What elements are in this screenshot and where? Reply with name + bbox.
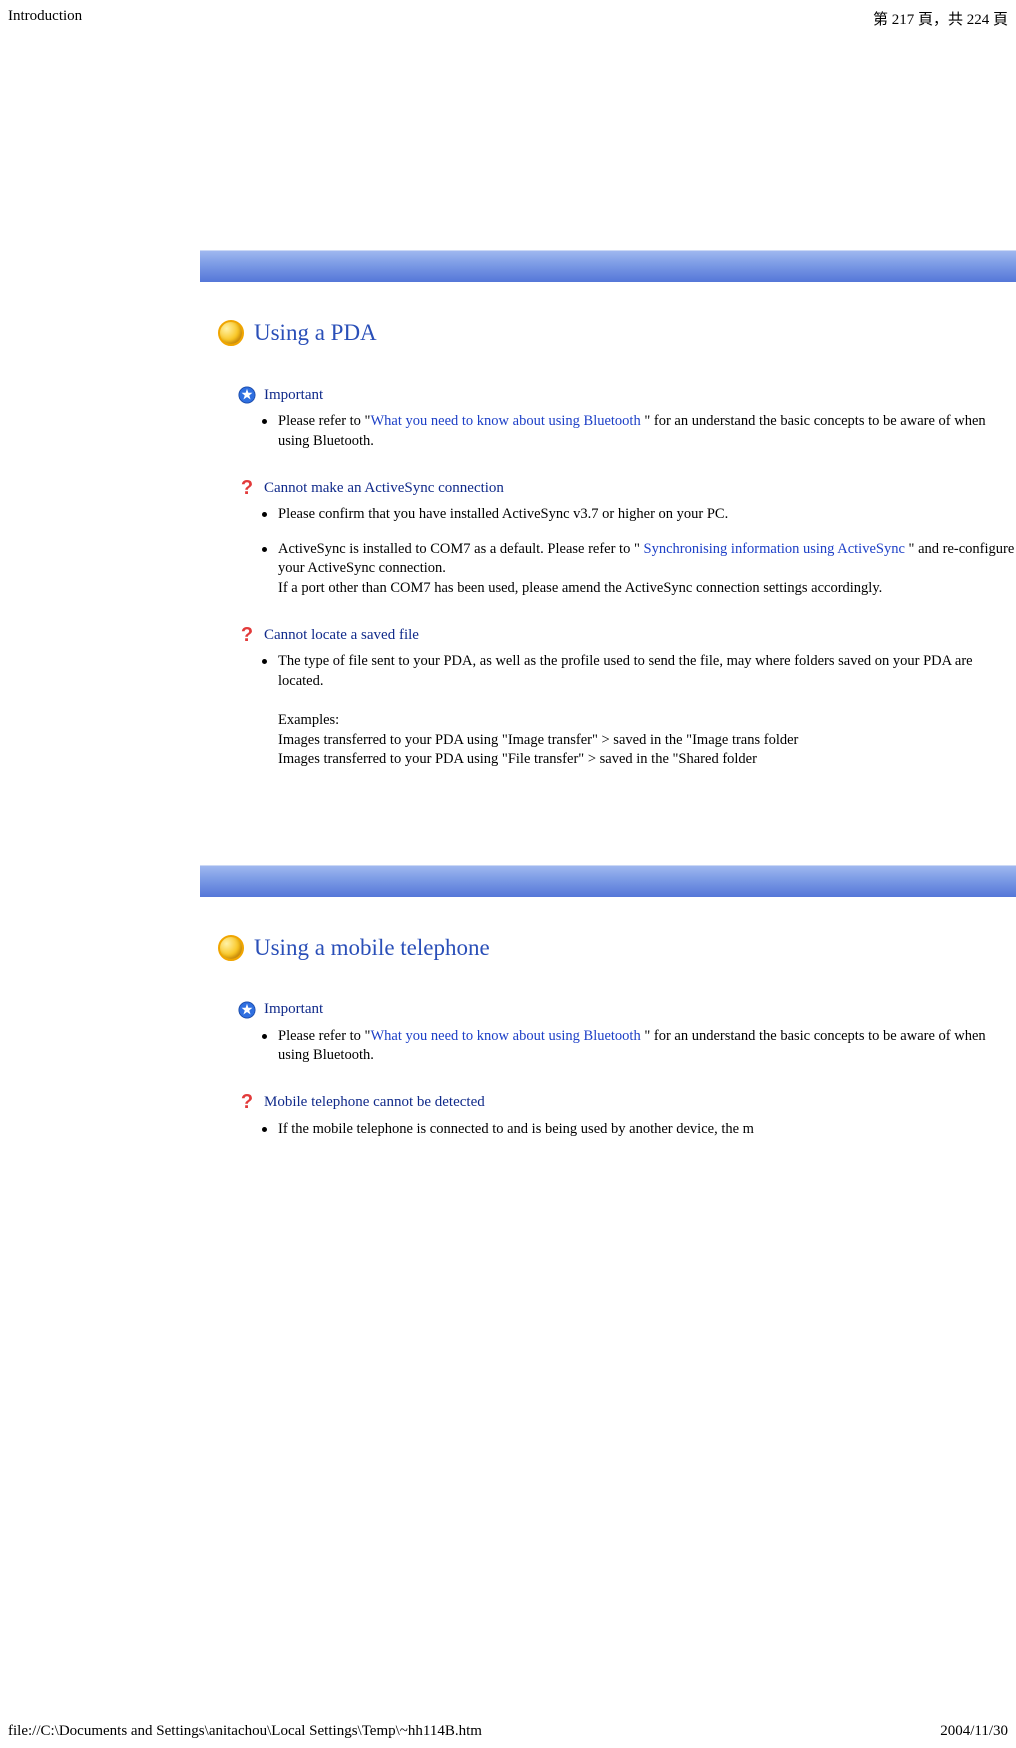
footer-path: file://C:\Documents and Settings\anitach… (8, 1723, 482, 1740)
footer-date: 2004/11/30 (940, 1723, 1008, 1740)
important-heading: Important (238, 1001, 1016, 1019)
question-icon: ? (238, 1094, 256, 1112)
section-divider-bar (200, 865, 1016, 897)
question-icon: ? (238, 479, 256, 497)
text: Please refer to " (278, 413, 370, 429)
link-activesync-info[interactable]: Synchronising information using ActiveSy… (644, 541, 905, 557)
important-list: Please refer to "What you need to know a… (258, 1027, 1016, 1066)
question-icon: ? (238, 626, 256, 644)
star-icon (238, 386, 256, 404)
text: ActiveSync is installed to COM7 as a def… (278, 541, 644, 557)
faq-list: If the mobile telephone is connected to … (258, 1120, 1016, 1140)
content-area: Using a PDA Important Please refer to "W… (200, 250, 1016, 1167)
bullet-icon (218, 320, 244, 346)
page-footer: file://C:\Documents and Settings\anitach… (8, 1723, 1008, 1740)
header-title: Introduction (8, 8, 82, 29)
important-label: Important (264, 1001, 323, 1018)
faq-block: ? Cannot locate a saved file The type of… (200, 626, 1016, 769)
link-bluetooth-basics[interactable]: What you need to know about using Blueto… (370, 1028, 640, 1044)
important-list: Please refer to "What you need to know a… (258, 412, 1016, 451)
star-icon (238, 1001, 256, 1019)
bullet-icon (218, 935, 244, 961)
section-title-row: Using a PDA (200, 320, 1016, 346)
section-divider-bar (200, 250, 1016, 282)
link-bluetooth-basics[interactable]: What you need to know about using Blueto… (370, 413, 640, 429)
list-item: Please refer to "What you need to know a… (258, 1027, 1016, 1066)
important-label: Important (264, 387, 323, 404)
section-title-row: Using a mobile telephone (200, 935, 1016, 961)
list-item: If the mobile telephone is connected to … (258, 1120, 1016, 1140)
important-block: Important Please refer to "What you need… (200, 386, 1016, 451)
list-item: Please refer to "What you need to know a… (258, 412, 1016, 451)
faq-heading: ? Cannot make an ActiveSync connection (238, 479, 1016, 497)
faq-list: Please confirm that you have installed A… (258, 505, 1016, 598)
page-header: Introduction 第 217 頁，共 224 頁 (0, 0, 1016, 35)
list-item: The type of file sent to your PDA, as we… (258, 652, 1016, 769)
important-block: Important Please refer to "What you need… (200, 1001, 1016, 1066)
faq-label: Cannot make an ActiveSync connection (264, 480, 504, 497)
important-heading: Important (238, 386, 1016, 404)
faq-block: ? Mobile telephone cannot be detected If… (200, 1094, 1016, 1140)
faq-list: The type of file sent to your PDA, as we… (258, 652, 1016, 769)
faq-heading: ? Mobile telephone cannot be detected (238, 1094, 1016, 1112)
text: Please refer to " (278, 1028, 370, 1044)
section-title-text: Using a PDA (254, 320, 377, 346)
list-item: ActiveSync is installed to COM7 as a def… (258, 540, 1016, 599)
section-title-text: Using a mobile telephone (254, 935, 490, 961)
faq-heading: ? Cannot locate a saved file (238, 626, 1016, 644)
section-2: Using a mobile telephone Important Pleas… (200, 865, 1016, 1140)
faq-label: Mobile telephone cannot be detected (264, 1094, 485, 1111)
header-page-info: 第 217 頁，共 224 頁 (873, 8, 1008, 29)
faq-label: Cannot locate a saved file (264, 627, 419, 644)
faq-block: ? Cannot make an ActiveSync connection P… (200, 479, 1016, 598)
list-item: Please confirm that you have installed A… (258, 505, 1016, 525)
